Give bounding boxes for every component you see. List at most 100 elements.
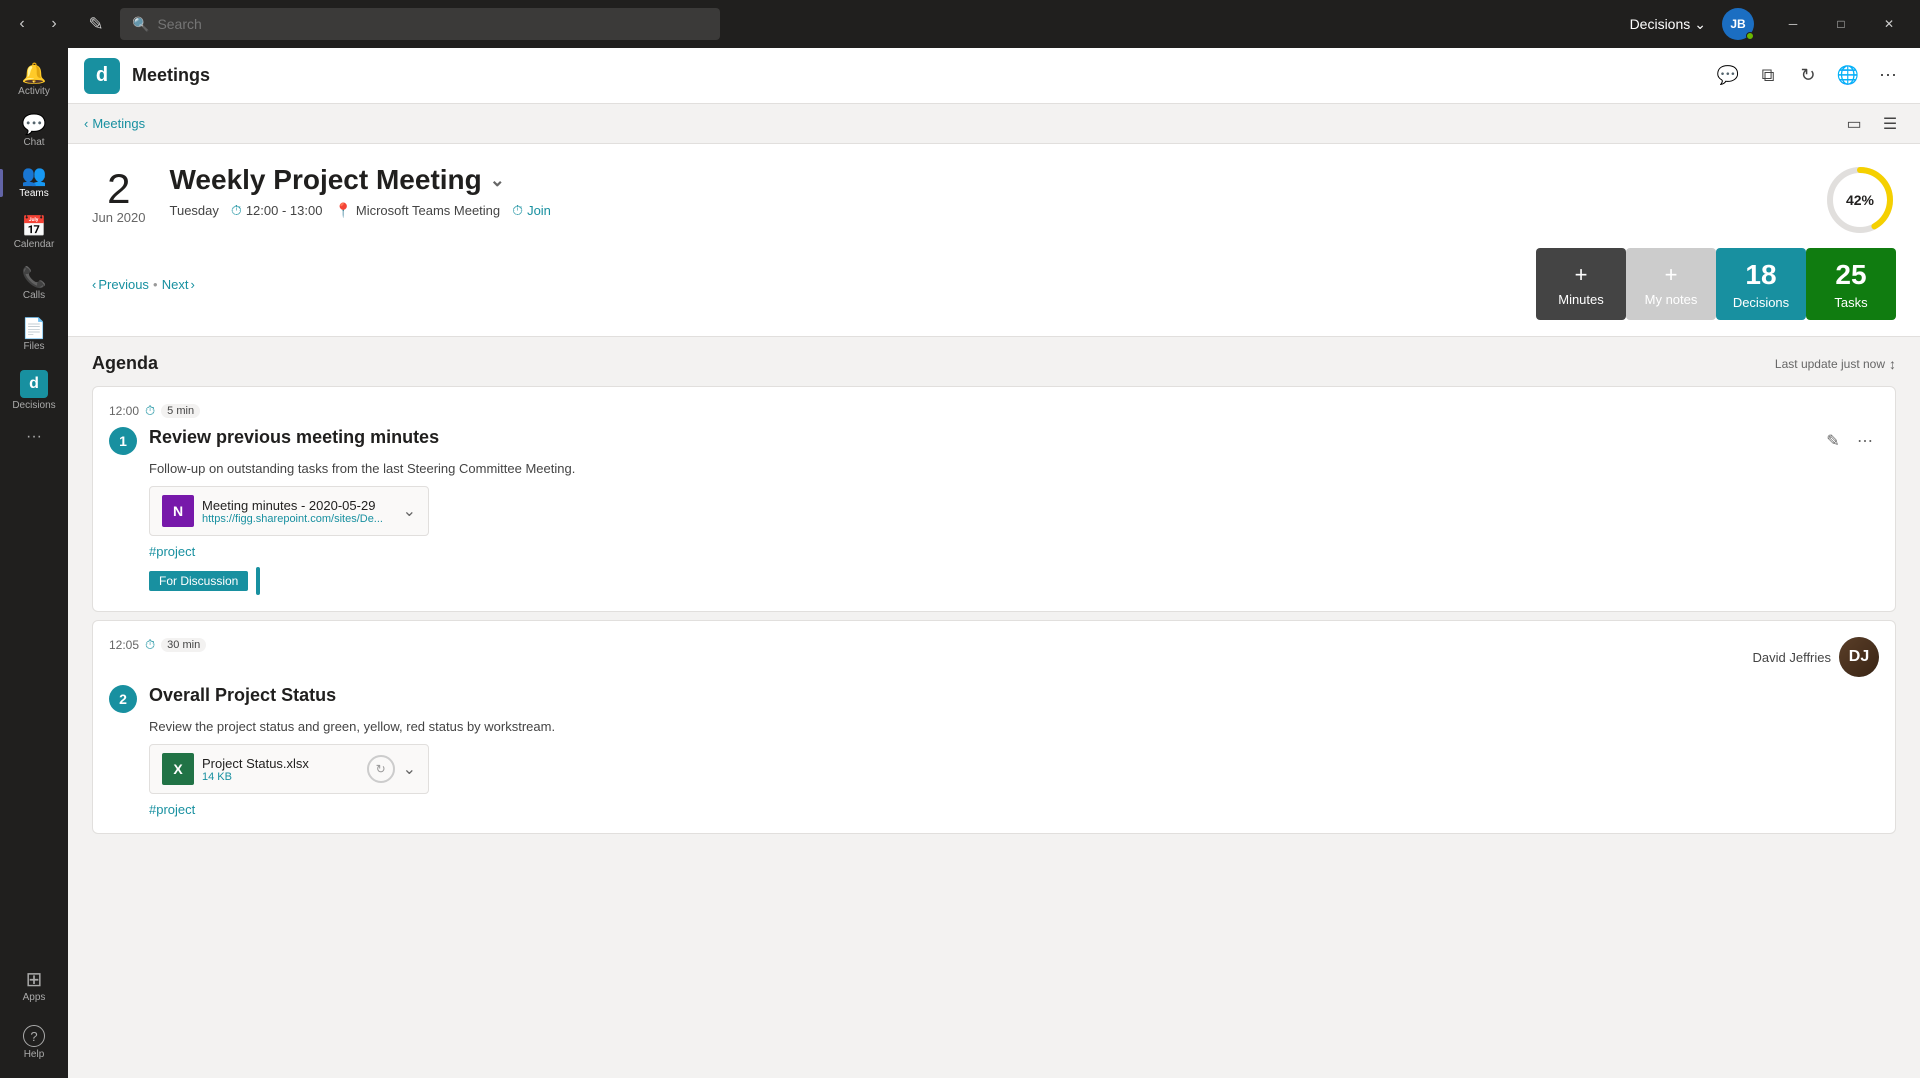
meeting-area[interactable]: 2 Jun 2020 Weekly Project Meeting ⌄ Tues… (68, 144, 1920, 1078)
sidebar-item-chat[interactable]: 💬 Chat (8, 107, 60, 156)
agenda-item-2-time: 12:05 ⏱ 30 min (109, 637, 206, 653)
edit-button-1[interactable]: ✎ (1819, 427, 1847, 455)
tag-2[interactable]: #project (149, 802, 1879, 817)
attachment-1-url: https://figg.sharepoint.com/sites/De... (202, 513, 395, 525)
search-icon: 🔍 (132, 16, 149, 33)
meeting-date-month: Jun 2020 (92, 210, 146, 225)
sidebar-item-activity[interactable]: 🔔 Activity (8, 56, 60, 105)
meeting-title[interactable]: Weekly Project Meeting ⌄ (170, 164, 1801, 196)
sidebar-item-help[interactable]: ? Help (8, 1017, 60, 1068)
meeting-date-number: 2 (92, 168, 146, 210)
chat-action-button[interactable]: 💬 (1712, 60, 1744, 92)
previous-button[interactable]: ‹ Previous (92, 277, 149, 292)
user-avatar[interactable]: JB (1722, 8, 1754, 40)
decisions-app-icon: d (20, 370, 48, 398)
chat-icon: 💬 (22, 115, 47, 135)
clock-icon: ⏱ (231, 202, 242, 219)
agenda-header: Agenda Last update just now ↕ (92, 353, 1896, 374)
breadcrumb-back[interactable]: ‹ Meetings (84, 116, 145, 131)
plus-icon-notes: + (1665, 262, 1678, 288)
sidebar-item-decisions[interactable]: d Decisions (8, 362, 60, 419)
decisions-dropdown[interactable]: Decisions ⌄ (1622, 12, 1714, 37)
refresh-button[interactable]: ↻ (1792, 60, 1824, 92)
sidebar-item-apps[interactable]: ⊞ Apps (8, 962, 60, 1011)
agenda-item-1-time: 12:00 ⏱ 5 min (109, 403, 1879, 419)
app-icon: d (84, 58, 120, 94)
sidebar-item-teams[interactable]: 👥 Teams (8, 158, 60, 207)
top-bar: d Meetings 💬 ⧉ ↻ 🌐 ⋯ (68, 48, 1920, 104)
meeting-title-block: Weekly Project Meeting ⌄ Tuesday ⏱ 12:00… (170, 164, 1801, 219)
list-button[interactable]: ☰ (1876, 110, 1904, 138)
title-bar-right: Decisions ⌄ JB ─ □ ✕ (1622, 8, 1912, 40)
sort-icon[interactable]: ↕ (1889, 356, 1896, 372)
sidebar-item-calls[interactable]: 📞 Calls (8, 260, 60, 309)
expand-button[interactable]: ⧉ (1752, 60, 1784, 92)
top-bar-actions: 💬 ⧉ ↻ 🌐 ⋯ (1712, 60, 1904, 92)
tasks-card[interactable]: 25 Tasks (1806, 248, 1896, 320)
sidebar-label-files: Files (23, 341, 44, 352)
decisions-count: 18 (1745, 259, 1776, 291)
meeting-meta: Tuesday ⏱ 12:00 - 13:00 📍 Microsoft Team… (170, 202, 1801, 219)
file-loading-icon: ↻ (367, 755, 395, 783)
attachment-2[interactable]: X Project Status.xlsx 14 KB ↻ ⌄ (149, 744, 429, 794)
decisions-label: Decisions (1630, 16, 1691, 32)
agenda-item-1-header: 1 Review previous meeting minutes ✎ ⋯ (109, 427, 1879, 455)
my-notes-label: My notes (1645, 292, 1698, 307)
sidebar-label-calls: Calls (23, 290, 45, 301)
next-button[interactable]: Next › (162, 277, 195, 292)
sidebar: 🔔 Activity 💬 Chat 👥 Teams 📅 Calendar 📞 C… (0, 48, 68, 1078)
agenda-section: Agenda Last update just now ↕ 12:00 ⏱ 5 … (68, 337, 1920, 858)
time-icon-2: ⏱ (145, 637, 155, 653)
duration-badge-1: 5 min (161, 404, 200, 418)
presenter-name: David Jeffries (1752, 650, 1831, 665)
agenda-item-2: 12:05 ⏱ 30 min David Jeffries DJ 2 Ove (92, 620, 1896, 834)
chevron-down-icon: ⌄ (1694, 16, 1706, 33)
tasks-count: 25 (1835, 259, 1866, 291)
meeting-time: ⏱ 12:00 - 13:00 (231, 202, 323, 219)
close-button[interactable]: ✕ (1866, 8, 1912, 40)
sidebar-label-calendar: Calendar (14, 239, 55, 250)
sidebar-more[interactable]: ··· (8, 421, 60, 453)
minimize-button[interactable]: ─ (1770, 8, 1816, 40)
more-button-1[interactable]: ⋯ (1851, 427, 1879, 455)
search-bar[interactable]: 🔍 (120, 8, 720, 40)
progress-circle: 42% (1824, 164, 1896, 236)
more-icon: ··· (26, 429, 42, 445)
sidebar-label-apps: Apps (23, 992, 46, 1003)
onenote-icon: N (162, 495, 194, 527)
help-icon: ? (23, 1025, 45, 1047)
tag-1[interactable]: #project (149, 544, 1879, 559)
sidebar-item-files[interactable]: 📄 Files (8, 311, 60, 360)
chevron-left-icon: ‹ (84, 116, 88, 131)
agenda-num-2: 2 (109, 685, 137, 713)
nav-and-cards: ‹ Previous ● Next › + Minutes + (92, 248, 1896, 320)
search-input[interactable] (157, 16, 708, 32)
forward-button[interactable]: › (40, 10, 68, 38)
time-icon-1: ⏱ (145, 403, 155, 419)
discussion-bar-1: For Discussion (149, 567, 1879, 595)
discussion-badge-1: For Discussion (149, 571, 248, 591)
attachment-chevron-2[interactable]: ⌄ (403, 759, 416, 779)
compose-button[interactable]: ✎ (80, 8, 112, 40)
agenda-item-2-title: Overall Project Status (149, 685, 1879, 706)
back-button[interactable]: ‹ (8, 10, 36, 38)
attachment-2-info: Project Status.xlsx 14 KB (202, 756, 359, 783)
attachment-chevron-1[interactable]: ⌄ (403, 501, 416, 521)
teams-icon: 👥 (22, 166, 47, 186)
attachment-1[interactable]: N Meeting minutes - 2020-05-29 https://f… (149, 486, 429, 536)
my-notes-card[interactable]: + My notes (1626, 248, 1716, 320)
view-button[interactable]: ▭ (1840, 110, 1868, 138)
join-link[interactable]: ⏱ Join (512, 202, 551, 219)
globe-button[interactable]: 🌐 (1832, 60, 1864, 92)
maximize-button[interactable]: □ (1818, 8, 1864, 40)
action-cards: + Minutes + My notes 18 Decisions 25 Tas… (1536, 248, 1896, 320)
attachment-1-name: Meeting minutes - 2020-05-29 (202, 498, 395, 513)
activity-icon: 🔔 (22, 64, 47, 84)
plus-icon: + (1575, 262, 1588, 288)
bar-indicator-1 (256, 567, 260, 595)
more-options-button[interactable]: ⋯ (1872, 60, 1904, 92)
progress-text: 42% (1846, 192, 1874, 208)
minutes-card[interactable]: + Minutes (1536, 248, 1626, 320)
decisions-card[interactable]: 18 Decisions (1716, 248, 1806, 320)
sidebar-item-calendar[interactable]: 📅 Calendar (8, 209, 60, 258)
